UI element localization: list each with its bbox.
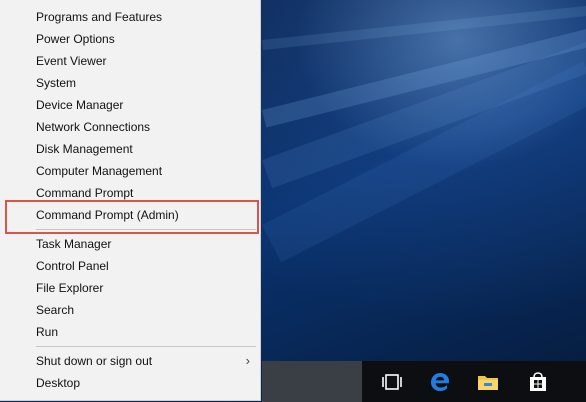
menu-item-shut-down-or-sign-out[interactable]: Shut down or sign out › bbox=[0, 351, 260, 371]
menu-item-computer-management[interactable]: Computer Management bbox=[0, 161, 260, 181]
menu-item-search[interactable]: Search bbox=[0, 300, 260, 320]
power-user-menu: Programs and Features Power Options Even… bbox=[0, 0, 261, 401]
menu-separator bbox=[36, 346, 256, 347]
menu-item-programs-and-features[interactable]: Programs and Features bbox=[0, 7, 260, 27]
menu-item-power-options[interactable]: Power Options bbox=[0, 29, 260, 49]
menu-item-run[interactable]: Run bbox=[0, 322, 260, 342]
menu-item-disk-management[interactable]: Disk Management bbox=[0, 139, 260, 159]
menu-item-device-manager[interactable]: Device Manager bbox=[0, 95, 260, 115]
file-explorer-icon[interactable] bbox=[464, 361, 512, 402]
taskbar bbox=[262, 361, 586, 402]
task-view-icon[interactable] bbox=[368, 361, 416, 402]
menu-item-desktop[interactable]: Desktop bbox=[0, 373, 260, 393]
edge-icon[interactable] bbox=[416, 361, 464, 402]
taskbar-search-area[interactable] bbox=[262, 361, 362, 402]
menu-item-task-manager[interactable]: Task Manager bbox=[0, 234, 260, 254]
menu-item-event-viewer[interactable]: Event Viewer bbox=[0, 51, 260, 71]
menu-item-control-panel[interactable]: Control Panel bbox=[0, 256, 260, 276]
menu-item-label: Shut down or sign out bbox=[36, 354, 153, 368]
chevron-right-icon: › bbox=[245, 353, 250, 368]
highlight-box bbox=[5, 200, 259, 234]
store-icon[interactable] bbox=[514, 361, 562, 402]
menu-item-file-explorer[interactable]: File Explorer bbox=[0, 278, 260, 298]
menu-item-network-connections[interactable]: Network Connections bbox=[0, 117, 260, 137]
menu-item-system[interactable]: System bbox=[0, 73, 260, 93]
